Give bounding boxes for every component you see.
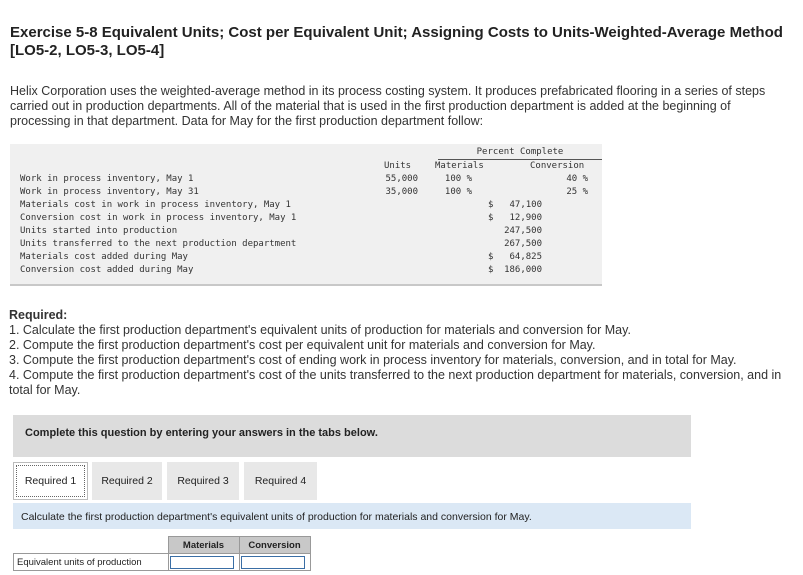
row-label: Units started into production — [20, 226, 178, 236]
required-item-4: 4. Compute the first production departme… — [9, 368, 782, 397]
tab-required-2[interactable]: Required 2 — [92, 462, 162, 500]
row-label: Materials cost in work in process invent… — [20, 200, 291, 210]
dollar-sign: $ — [488, 213, 494, 223]
materials-equivalent-units-input[interactable] — [169, 555, 234, 569]
amount-value: 186,000 — [504, 265, 542, 275]
intro-paragraph: Helix Corporation uses the weighted-aver… — [10, 84, 766, 128]
required-section: Required: 1. Calculate the first product… — [9, 308, 789, 398]
materials-column-header: Materials — [167, 536, 240, 554]
amount-value: 64,825 — [509, 252, 542, 262]
amount-value: 12,900 — [509, 213, 542, 223]
conversion-percent: 25 % — [566, 187, 588, 197]
exercise-title: Exercise 5-8 Equivalent Units; Cost per … — [10, 24, 783, 59]
row-label: Work in process inventory, May 1 — [20, 174, 194, 184]
equivalent-units-label: Equivalent units of production — [13, 553, 169, 571]
complete-question-bar: Complete this question by entering your … — [13, 415, 691, 457]
tab-required-3[interactable]: Required 3 — [167, 462, 239, 500]
materials-input-cell — [167, 553, 240, 571]
tab-required-1[interactable]: Required 1 — [13, 462, 88, 500]
tab-instruction: Calculate the first production departmen… — [13, 503, 691, 529]
dollar-sign: $ — [488, 265, 494, 275]
dollar-sign: $ — [488, 252, 494, 262]
required-heading: Required: — [9, 308, 68, 322]
dollar-sign: $ — [488, 200, 494, 210]
conversion-input-cell — [238, 553, 311, 571]
materials-percent: 100 % — [444, 174, 472, 184]
conversion-header: Conversion — [530, 161, 585, 171]
row-label: Work in process inventory, May 31 — [20, 187, 199, 197]
materials-header: Materials — [435, 161, 484, 171]
required-item-2: 2. Compute the first production departme… — [9, 338, 596, 352]
units-value: 35,000 — [385, 187, 418, 197]
required-item-1: 1. Calculate the first production depart… — [9, 323, 631, 337]
answer-table: Materials Conversion Equivalent units of… — [13, 536, 311, 571]
amount-value: 267,500 — [504, 239, 542, 249]
percent-complete-header: Percent Complete — [476, 147, 564, 157]
data-table: Percent Complete Units Materials Convers… — [10, 144, 602, 286]
conversion-equivalent-units-input[interactable] — [240, 555, 305, 569]
units-header: Units — [384, 161, 412, 171]
amount-value: 47,100 — [509, 200, 542, 210]
row-label: Units transferred to the next production… — [20, 239, 297, 249]
row-label: Conversion cost in work in process inven… — [20, 213, 297, 223]
units-value: 55,000 — [385, 174, 418, 184]
materials-percent: 100 % — [444, 187, 472, 197]
conversion-percent: 40 % — [566, 174, 588, 184]
required-item-3: 3. Compute the first production departme… — [9, 353, 737, 367]
row-label: Conversion cost added during May — [20, 265, 194, 275]
blank-corner — [14, 537, 169, 554]
tab-required-4[interactable]: Required 4 — [244, 462, 317, 500]
row-label: Materials cost added during May — [20, 252, 188, 262]
conversion-column-header: Conversion — [238, 536, 311, 554]
complete-question-text: Complete this question by entering your … — [25, 427, 378, 439]
header-rule — [438, 159, 602, 160]
amount-value: 247,500 — [504, 226, 542, 236]
